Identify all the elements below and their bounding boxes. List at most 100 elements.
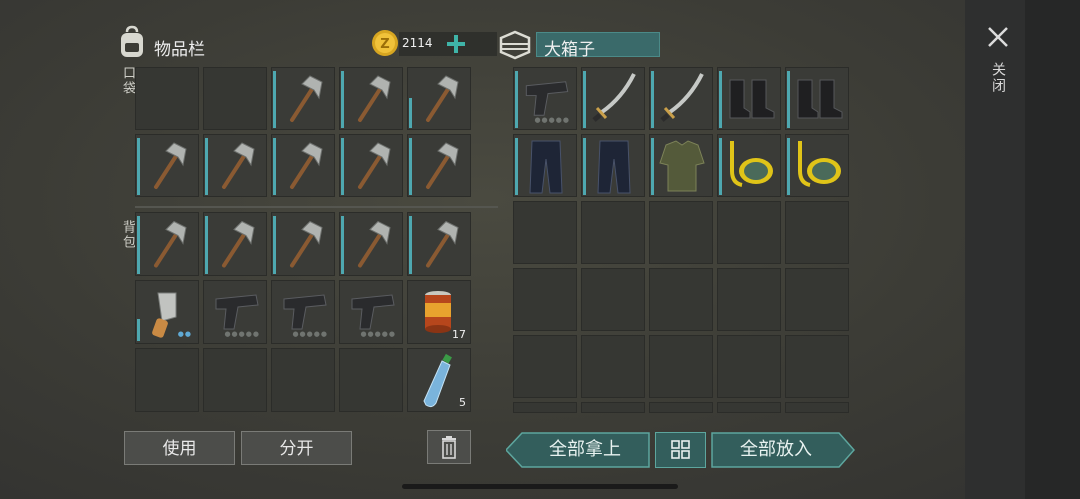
pickaxe-icon bbox=[154, 220, 187, 268]
container-slot[interactable] bbox=[785, 268, 849, 331]
container-slot[interactable] bbox=[717, 268, 781, 331]
backpack-slot-pistol[interactable]: ●●●●● bbox=[271, 280, 335, 344]
snorkel-mask-icon bbox=[730, 141, 773, 187]
boots-icon bbox=[797, 79, 843, 119]
backpack-slot[interactable] bbox=[135, 348, 199, 412]
backpack-slot-pickaxe[interactable] bbox=[271, 212, 335, 276]
backpack-slot-pickaxe[interactable] bbox=[203, 212, 267, 276]
pocket-slot-pickaxe[interactable] bbox=[407, 134, 471, 197]
container-slot-snorkel-mask[interactable] bbox=[717, 134, 781, 197]
food-quantity: 17 bbox=[452, 328, 466, 341]
container-slot[interactable] bbox=[717, 335, 781, 398]
backpack-slot[interactable] bbox=[271, 348, 335, 412]
container-slot-boots[interactable] bbox=[785, 67, 849, 130]
close-label[interactable]: 关闭 bbox=[988, 62, 1008, 94]
container-slot[interactable] bbox=[785, 402, 849, 413]
container-slot[interactable] bbox=[581, 335, 645, 398]
pickaxe-icon bbox=[290, 142, 323, 189]
coin-count: 2114 bbox=[402, 36, 433, 50]
use-button[interactable]: 使用 bbox=[124, 431, 235, 465]
split-button[interactable]: 分开 bbox=[241, 431, 352, 465]
pocket-slot-pickaxe[interactable] bbox=[271, 134, 335, 197]
container-slot[interactable] bbox=[513, 268, 577, 331]
backpack-icon bbox=[117, 24, 147, 60]
container-slot[interactable] bbox=[785, 201, 849, 264]
container-slot-snorkel-mask[interactable] bbox=[785, 134, 849, 197]
pocket-slot-pickaxe[interactable] bbox=[203, 134, 267, 197]
backpack-slot-pickaxe[interactable] bbox=[135, 212, 199, 276]
pocket-slot[interactable] bbox=[203, 67, 267, 130]
section-divider bbox=[135, 206, 498, 208]
backpack-slot[interactable] bbox=[203, 348, 267, 412]
backpack-slot-pistol[interactable]: ●●●●● bbox=[203, 280, 267, 344]
backpack-slot-pickaxe[interactable] bbox=[339, 212, 403, 276]
container-slot[interactable] bbox=[581, 201, 645, 264]
container-slot[interactable] bbox=[581, 402, 645, 413]
container-slot[interactable] bbox=[649, 268, 713, 331]
backpack-slot-pickaxe[interactable] bbox=[407, 212, 471, 276]
coin-icon: Z bbox=[371, 29, 399, 57]
pickaxe-icon bbox=[290, 75, 323, 122]
close-icon[interactable] bbox=[985, 24, 1011, 50]
take-all-label: 全部拿上 bbox=[549, 439, 621, 460]
inventory-title: 物品栏 bbox=[154, 40, 205, 60]
trash-icon bbox=[442, 436, 456, 459]
backpack-slot[interactable] bbox=[339, 348, 403, 412]
container-slot[interactable] bbox=[581, 268, 645, 331]
container-slot[interactable] bbox=[717, 402, 781, 413]
pickaxe-icon bbox=[290, 220, 323, 268]
pocket-slot-pickaxe[interactable] bbox=[271, 67, 335, 130]
container-slot[interactable] bbox=[649, 335, 713, 398]
pocket-slot[interactable] bbox=[135, 67, 199, 130]
container-slot[interactable] bbox=[513, 201, 577, 264]
container-slot-pants[interactable] bbox=[581, 134, 645, 197]
pickaxe-icon bbox=[154, 142, 187, 189]
backpack-slot-water-bottle[interactable]: 5 bbox=[407, 348, 471, 412]
container-slot[interactable] bbox=[649, 201, 713, 264]
container-slot[interactable] bbox=[513, 335, 577, 398]
water-quantity: 5 bbox=[459, 396, 466, 409]
container-slot[interactable] bbox=[649, 402, 713, 413]
add-coins-icon[interactable] bbox=[444, 31, 468, 57]
pocket-slot-pickaxe[interactable] bbox=[339, 67, 403, 130]
boots-icon bbox=[729, 79, 775, 119]
pocket-slot-pickaxe[interactable] bbox=[407, 67, 471, 130]
armor-vest-icon bbox=[659, 140, 705, 192]
box-icon bbox=[497, 28, 533, 60]
trash-button[interactable] bbox=[427, 430, 471, 464]
home-indicator bbox=[402, 484, 678, 489]
take-all-button[interactable]: 全部拿上 bbox=[506, 432, 650, 468]
container-slot[interactable] bbox=[785, 335, 849, 398]
container-slot[interactable] bbox=[717, 201, 781, 264]
container-slot-pants[interactable] bbox=[513, 134, 577, 197]
sort-button[interactable] bbox=[655, 432, 706, 468]
pickaxe-icon bbox=[358, 75, 391, 122]
pickaxe-icon bbox=[426, 220, 459, 268]
container-slot-armor-vest[interactable] bbox=[649, 134, 713, 197]
pocket-slot-pickaxe[interactable] bbox=[135, 134, 199, 197]
backpack-slot-canned-food[interactable]: 17 bbox=[407, 280, 471, 344]
put-all-button[interactable]: 全部放入 bbox=[711, 432, 855, 468]
pants-icon bbox=[597, 140, 631, 194]
container-slot-katana[interactable] bbox=[649, 67, 713, 130]
backpack-slot-pistol[interactable]: ●●●●● bbox=[339, 280, 403, 344]
container-title: 大箱子 bbox=[544, 40, 595, 60]
backpack-slot-cleaver[interactable]: ●● bbox=[135, 280, 199, 344]
container-slot[interactable] bbox=[513, 402, 577, 413]
pickaxe-icon bbox=[222, 220, 255, 268]
pickaxe-icon bbox=[222, 142, 255, 189]
katana-icon bbox=[592, 73, 636, 122]
pickaxe-icon bbox=[358, 220, 391, 268]
svg-text:Z: Z bbox=[380, 37, 389, 52]
side-panel bbox=[965, 0, 1080, 499]
pocket-slot-pickaxe[interactable] bbox=[339, 134, 403, 197]
container-slot-boots[interactable] bbox=[717, 67, 781, 130]
pickaxe-icon bbox=[358, 142, 391, 189]
pickaxe-icon bbox=[426, 75, 459, 122]
snorkel-mask-icon bbox=[798, 141, 841, 187]
katana-icon bbox=[660, 73, 704, 122]
container-slot-katana[interactable] bbox=[581, 67, 645, 130]
pickaxe-icon bbox=[426, 142, 459, 189]
grid-icon bbox=[671, 440, 690, 459]
container-slot-pistol[interactable]: ●●●●● bbox=[513, 67, 577, 130]
